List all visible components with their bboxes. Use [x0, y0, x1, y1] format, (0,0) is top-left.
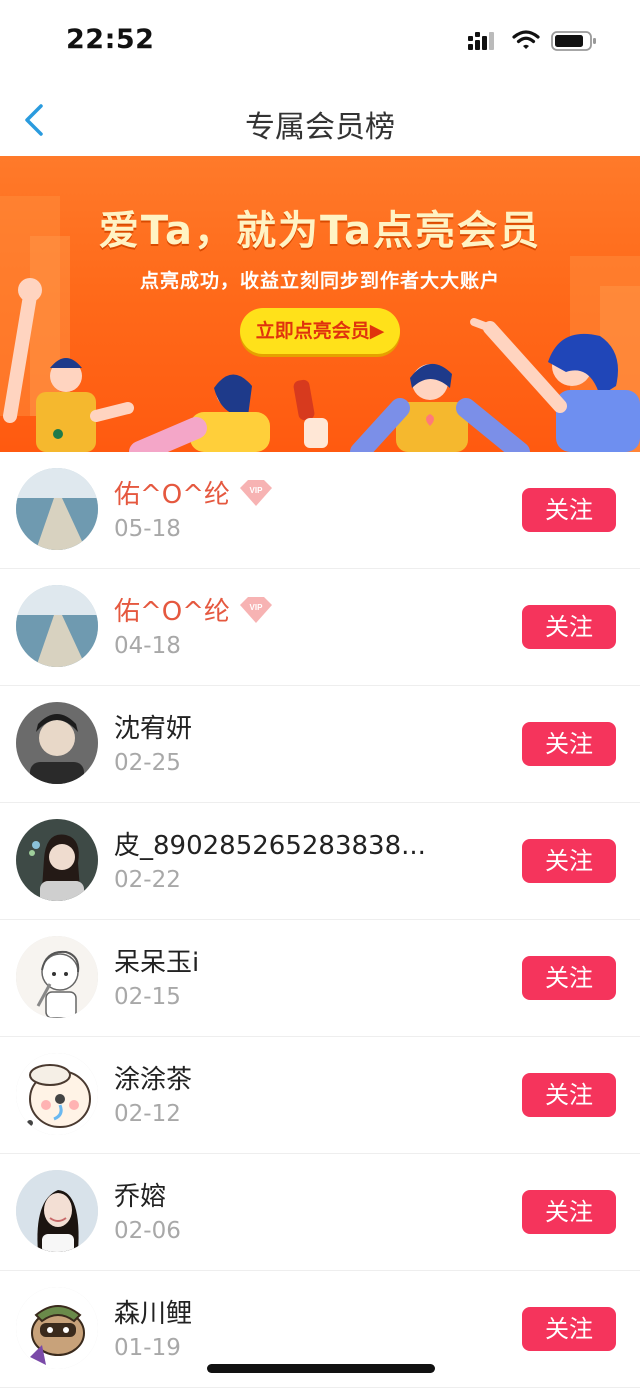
member-name: 佑^O^纶 VIP	[114, 591, 274, 628]
member-name: 森川鲤	[114, 1299, 193, 1329]
vip-diamond-icon: VIP	[238, 595, 274, 625]
member-name: 沈宥妍	[114, 714, 193, 744]
light-up-membership-button[interactable]: 立即点亮会员▶	[240, 308, 400, 354]
follow-button[interactable]: 关注	[522, 956, 616, 1000]
avatar	[16, 585, 98, 667]
list-item[interactable]: 佑^O^纶 VIP 05-18 关注	[0, 452, 640, 569]
member-promo-banner[interactable]: 爱Ta，就为Ta点亮会员 点亮成功，收益立刻同步到作者大大账户 立即点亮会员▶	[0, 156, 640, 452]
follow-button[interactable]: 关注	[522, 1073, 616, 1117]
member-date: 02-15	[114, 984, 181, 1010]
avatar	[16, 1287, 98, 1369]
member-list: 佑^O^纶 VIP 05-18 关注 佑^O^纶 VIP 04-18 关注 沈宥妍 …	[0, 452, 640, 1388]
follow-button[interactable]: 关注	[522, 605, 616, 649]
member-name: 呆呆玉i	[114, 948, 200, 978]
list-item[interactable]: 佑^O^纶 VIP 04-18 关注	[0, 569, 640, 686]
avatar	[16, 1170, 98, 1252]
status-time: 22:52	[66, 24, 155, 55]
avatar	[16, 936, 98, 1018]
member-date: 02-25	[114, 750, 181, 776]
list-item[interactable]: 涂涂茶 02-12 关注	[0, 1037, 640, 1154]
home-indicator	[207, 1364, 435, 1373]
battery-icon	[551, 31, 596, 51]
member-date: 04-18	[114, 633, 181, 659]
list-item[interactable]: 乔嫆 02-06 关注	[0, 1154, 640, 1271]
member-date: 01-19	[114, 1335, 181, 1361]
list-item[interactable]: 呆呆玉i 02-15 关注	[0, 920, 640, 1037]
member-date: 02-06	[114, 1218, 181, 1244]
banner-subtitle: 点亮成功，收益立刻同步到作者大大账户	[139, 270, 500, 292]
avatar	[16, 819, 98, 901]
banner-headline: 爱Ta，就为Ta点亮会员	[98, 208, 542, 254]
member-name: 皮_890285265283838...	[114, 831, 426, 861]
wifi-icon	[512, 30, 540, 49]
member-date: 02-22	[114, 867, 181, 893]
list-item[interactable]: 皮_890285265283838... 02-22 关注	[0, 803, 640, 920]
follow-button[interactable]: 关注	[522, 488, 616, 532]
list-item[interactable]: 沈宥妍 02-25 关注	[0, 686, 640, 803]
member-date: 02-12	[114, 1101, 181, 1127]
nav-bar: 专属会员榜	[0, 84, 640, 156]
status-bar: 22:52	[0, 0, 640, 84]
avatar	[16, 1053, 98, 1135]
member-name: 佑^O^纶 VIP	[114, 474, 274, 511]
follow-button[interactable]: 关注	[522, 1190, 616, 1234]
member-date: 05-18	[114, 516, 181, 542]
cellular-signal-icon	[468, 32, 494, 50]
avatar	[16, 702, 98, 784]
vip-diamond-icon: VIP	[238, 478, 274, 508]
member-name: 涂涂茶	[114, 1065, 193, 1095]
follow-button[interactable]: 关注	[522, 1307, 616, 1351]
follow-button[interactable]: 关注	[522, 722, 616, 766]
svg-text:VIP: VIP	[250, 486, 264, 495]
follow-button[interactable]: 关注	[522, 839, 616, 883]
avatar	[16, 468, 98, 550]
page-title: 专属会员榜	[245, 110, 395, 145]
member-name: 乔嫆	[114, 1182, 167, 1212]
svg-text:VIP: VIP	[250, 603, 264, 612]
